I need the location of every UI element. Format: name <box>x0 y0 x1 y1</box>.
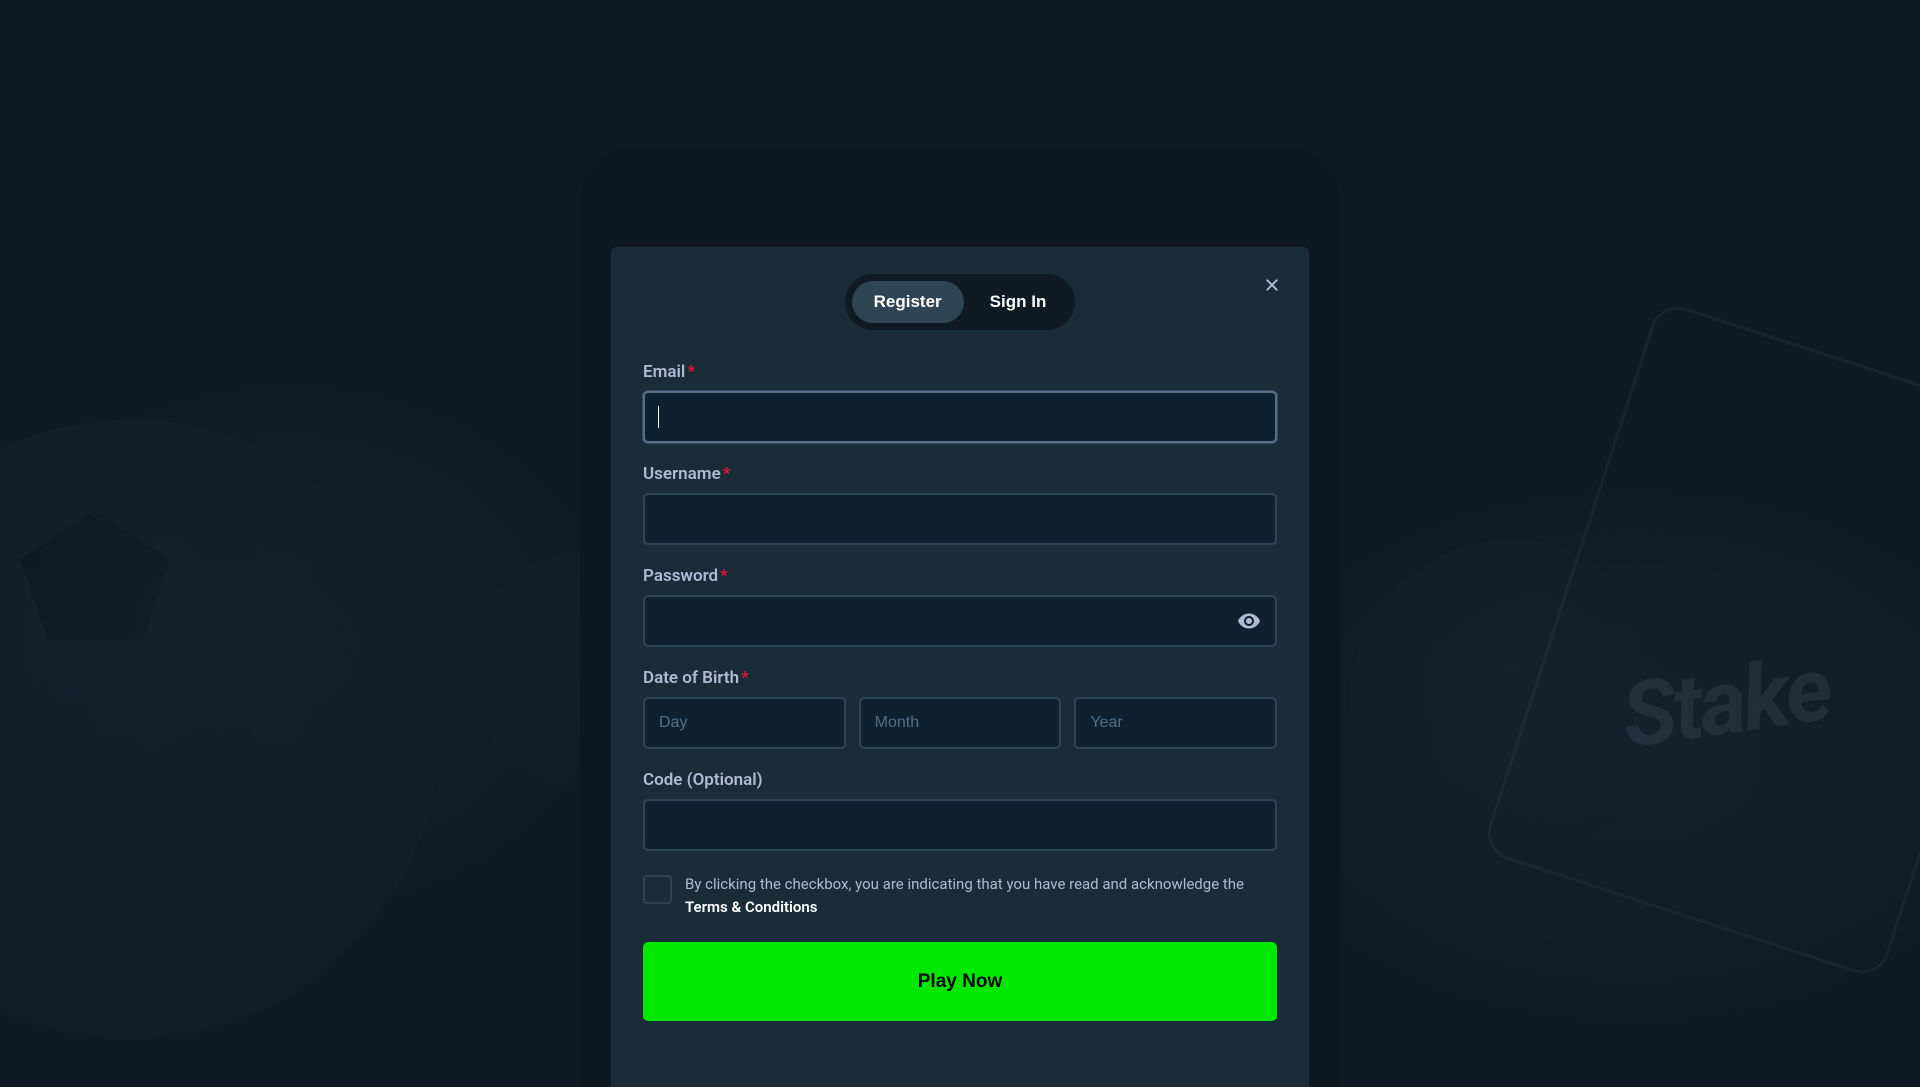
eye-icon <box>1237 609 1261 633</box>
dob-year-input[interactable] <box>1074 697 1277 749</box>
tab-group: Register Sign In <box>845 274 1076 330</box>
code-input[interactable] <box>643 799 1277 851</box>
dob-day-input[interactable] <box>643 697 846 749</box>
terms-prefix: By clicking the checkbox, you are indica… <box>685 875 1244 893</box>
bg-soccer-ball <box>0 420 440 1040</box>
required-mark: * <box>720 566 728 586</box>
terms-link[interactable]: Terms & Conditions <box>685 898 817 916</box>
password-wrap <box>643 595 1277 647</box>
tab-signin[interactable]: Sign In <box>968 281 1069 323</box>
required-mark: * <box>741 668 749 688</box>
username-label: Username* <box>643 464 1277 484</box>
toggle-password-visibility[interactable] <box>1235 607 1263 635</box>
dob-row <box>643 697 1277 749</box>
dob-month-input[interactable] <box>859 697 1062 749</box>
close-icon <box>1264 277 1280 293</box>
dob-group: Date of Birth* <box>643 668 1277 749</box>
email-label-text: Email <box>643 362 685 382</box>
username-group: Username* <box>643 464 1277 545</box>
username-label-text: Username <box>643 464 721 484</box>
auth-tabs: Register Sign In <box>643 274 1277 330</box>
email-label: Email* <box>643 362 1277 382</box>
code-group: Code (Optional) <box>643 770 1277 851</box>
bg-ball-right <box>1350 540 1670 860</box>
email-input[interactable] <box>643 391 1277 443</box>
bg-logo-text: Stake <box>1616 636 1836 769</box>
terms-text: By clicking the checkbox, you are indica… <box>685 873 1277 918</box>
terms-row: By clicking the checkbox, you are indica… <box>643 873 1277 918</box>
close-button[interactable] <box>1259 272 1285 298</box>
password-label-text: Password <box>643 566 718 586</box>
bg-playing-card <box>1481 299 1920 980</box>
dob-label-text: Date of Birth <box>643 668 739 688</box>
register-modal: Register Sign In Email* Username* Passwo… <box>611 247 1309 1087</box>
play-now-button[interactable]: Play Now <box>643 942 1277 1021</box>
password-input[interactable] <box>643 595 1277 647</box>
text-caret <box>658 406 659 428</box>
required-mark: * <box>723 464 731 484</box>
phone-frame: Register Sign In Email* Username* Passwo… <box>580 147 1340 1087</box>
terms-checkbox[interactable] <box>643 875 672 904</box>
code-label: Code (Optional) <box>643 770 1277 790</box>
code-label-text: Code (Optional) <box>643 770 763 790</box>
password-group: Password* <box>643 566 1277 647</box>
password-label: Password* <box>643 566 1277 586</box>
tab-register[interactable]: Register <box>852 281 964 323</box>
dob-label: Date of Birth* <box>643 668 1277 688</box>
required-mark: * <box>687 362 695 382</box>
username-input[interactable] <box>643 493 1277 545</box>
email-group: Email* <box>643 362 1277 443</box>
